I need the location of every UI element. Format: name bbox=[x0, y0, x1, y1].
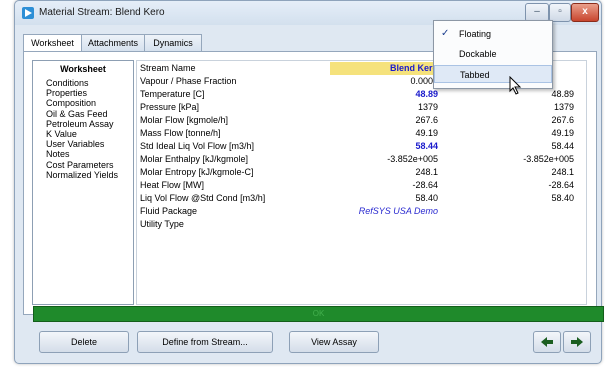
row-label: Temperature [C] bbox=[140, 89, 205, 99]
nav-item-oil-gas-feed[interactable]: Oil & Gas Feed bbox=[33, 109, 133, 119]
nav-item-properties[interactable]: Properties bbox=[33, 88, 133, 98]
table-row: Pressure [kPa] 1379 1379 bbox=[137, 101, 586, 114]
nav-item-k-value[interactable]: K Value bbox=[33, 129, 133, 139]
menu-item-label: Dockable bbox=[459, 49, 497, 59]
menu-item-tabbed[interactable]: Tabbed bbox=[434, 65, 552, 83]
row-label: Molar Entropy [kJ/kgmole-C] bbox=[140, 167, 254, 177]
table-row: Molar Entropy [kJ/kgmole-C] 248.1 248.1 bbox=[137, 166, 586, 179]
table-row: Molar Enthalpy [kJ/kgmole] -3.852e+005 -… bbox=[137, 153, 586, 166]
define-from-stream-button[interactable]: Define from Stream... bbox=[137, 331, 273, 353]
nav-item-cost-parameters[interactable]: Cost Parameters bbox=[33, 160, 133, 170]
view-assay-button[interactable]: View Assay bbox=[289, 331, 379, 353]
row-label: Molar Enthalpy [kJ/kgmole] bbox=[140, 154, 249, 164]
right-arrow-icon bbox=[571, 337, 583, 347]
row-label: Mass Flow [tonne/h] bbox=[140, 128, 221, 138]
worksheet-nav: Worksheet Conditions Properties Composit… bbox=[32, 60, 134, 305]
table-row: Std Ideal Liq Vol Flow [m3/h] 58.44 58.4… bbox=[137, 140, 586, 153]
row-value-1[interactable]: 267.6 bbox=[415, 114, 438, 127]
left-arrow-icon bbox=[541, 337, 553, 347]
stream-arrow-icon bbox=[22, 7, 34, 19]
nav-item-conditions[interactable]: Conditions bbox=[33, 78, 133, 88]
row-value-1[interactable]: 1379 bbox=[418, 101, 438, 114]
checkmark-icon: ✓ bbox=[441, 28, 450, 39]
table-row: Liq Vol Flow @Std Cond [m3/h] 58.40 58.4… bbox=[137, 192, 586, 205]
nav-title: Worksheet bbox=[60, 64, 106, 74]
row-value-1[interactable]: 58.40 bbox=[415, 192, 438, 205]
delete-button[interactable]: Delete bbox=[39, 331, 129, 353]
row-label: Molar Flow [kgmole/h] bbox=[140, 115, 229, 125]
row-value-1[interactable]: -3.852e+005 bbox=[387, 153, 438, 166]
row-value-2[interactable]: 58.44 bbox=[551, 140, 574, 153]
row-value-2[interactable]: 49.19 bbox=[551, 127, 574, 140]
row-value-2[interactable]: 267.6 bbox=[551, 114, 574, 127]
tab-worksheet[interactable]: Worksheet bbox=[23, 34, 82, 52]
next-button[interactable] bbox=[563, 331, 591, 353]
table-row: Molar Flow [kgmole/h] 267.6 267.6 bbox=[137, 114, 586, 127]
row-value-2[interactable]: 248.1 bbox=[551, 166, 574, 179]
window-mode-menu: ✓ Floating Dockable Tabbed bbox=[433, 20, 553, 89]
table-row: Heat Flow [MW] -28.64 -28.64 bbox=[137, 179, 586, 192]
row-label: Stream Name bbox=[140, 63, 196, 73]
row-label: Fluid Package bbox=[140, 206, 198, 216]
menu-item-floating[interactable]: ✓ Floating bbox=[434, 25, 552, 43]
close-button[interactable]: x bbox=[571, 3, 599, 22]
row-label: Liq Vol Flow @Std Cond [m3/h] bbox=[140, 193, 266, 203]
row-label: Pressure [kPa] bbox=[140, 102, 200, 112]
row-value-1[interactable]: 49.19 bbox=[415, 127, 438, 140]
stream-name-value[interactable]: Blend Kero bbox=[390, 62, 438, 75]
previous-button[interactable] bbox=[533, 331, 561, 353]
row-value-1[interactable]: -28.64 bbox=[412, 179, 438, 192]
row-label: Std Ideal Liq Vol Flow [m3/h] bbox=[140, 141, 255, 151]
mouse-cursor-icon bbox=[509, 76, 522, 95]
status-bar: OK bbox=[33, 306, 604, 322]
row-value-1[interactable]: 248.1 bbox=[415, 166, 438, 179]
row-label: Vapour / Phase Fraction bbox=[140, 76, 237, 86]
row-label: Heat Flow [MW] bbox=[140, 180, 205, 190]
stream-data-grid: Stream Name Blend Kero Vapour / Phase Fr… bbox=[136, 60, 587, 305]
tab-attachments[interactable]: Attachments bbox=[81, 34, 145, 51]
fluid-package-value[interactable]: RefSYS USA Demo bbox=[359, 205, 438, 218]
nav-item-user-variables[interactable]: User Variables bbox=[33, 139, 133, 149]
nav-item-normalized-yields[interactable]: Normalized Yields bbox=[33, 170, 133, 180]
row-value-2[interactable]: 1379 bbox=[554, 101, 574, 114]
table-row: Fluid Package RefSYS USA Demo bbox=[137, 205, 586, 218]
row-value-1[interactable]: 58.44 bbox=[415, 140, 438, 153]
menu-item-label: Tabbed bbox=[460, 70, 490, 80]
row-label: Utility Type bbox=[140, 219, 184, 229]
row-value-2[interactable]: -28.64 bbox=[548, 179, 574, 192]
nav-item-notes[interactable]: Notes bbox=[33, 149, 133, 159]
nav-item-petroleum-assay[interactable]: Petroleum Assay bbox=[33, 119, 133, 129]
table-row: Utility Type bbox=[137, 218, 586, 231]
row-value-2[interactable]: 58.40 bbox=[551, 192, 574, 205]
menu-item-label: Floating bbox=[459, 29, 492, 39]
row-value-2[interactable]: 48.89 bbox=[551, 88, 574, 101]
row-value-1[interactable]: 48.89 bbox=[415, 88, 438, 101]
table-row: Mass Flow [tonne/h] 49.19 49.19 bbox=[137, 127, 586, 140]
menu-item-dockable[interactable]: Dockable bbox=[434, 45, 552, 63]
tab-dynamics[interactable]: Dynamics bbox=[144, 34, 202, 51]
nav-item-composition[interactable]: Composition bbox=[33, 98, 133, 108]
window-title: Material Stream: Blend Kero bbox=[39, 7, 165, 18]
row-value-2[interactable]: -3.852e+005 bbox=[523, 153, 574, 166]
